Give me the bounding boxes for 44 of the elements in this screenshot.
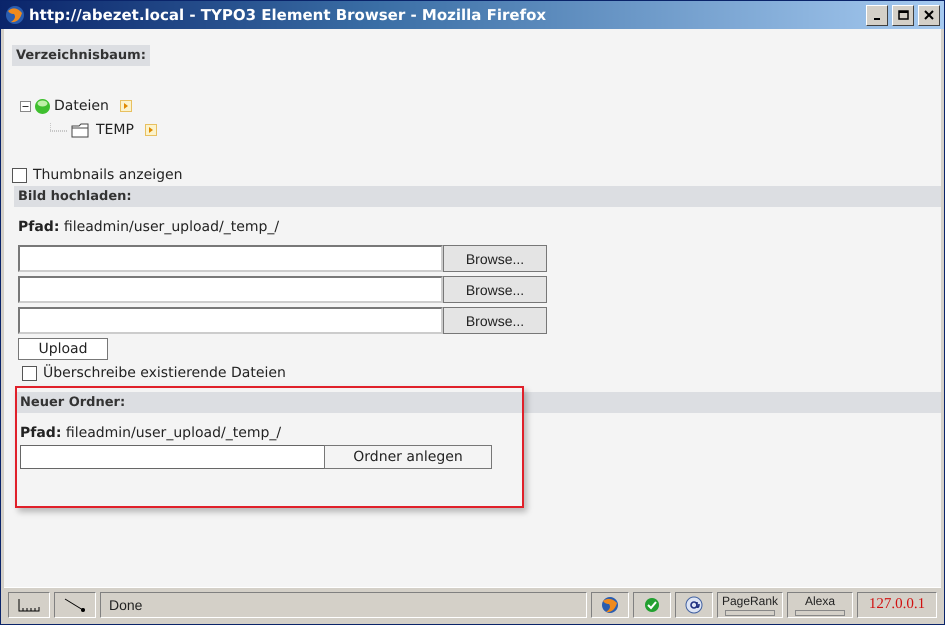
file-path-field[interactable] [18,276,443,303]
close-icon [923,9,935,21]
browse-button[interactable]: Browse... [443,276,547,303]
file-path-field[interactable] [18,307,443,334]
ruler-icon [18,598,40,612]
firefox-icon [601,596,619,614]
maximize-icon [897,9,909,21]
path-text: Pfad: fileadmin/user_upload/_temp_/ [18,219,280,235]
status-text: Done [100,592,587,618]
tree-item[interactable]: TEMP [96,122,134,138]
at-sign-icon [685,596,703,614]
section-heading: Verzeichnisbaum: [12,45,150,66]
ruler-button[interactable] [8,592,50,618]
create-folder-button[interactable]: Ordner anlegen [324,445,492,469]
pointer-icon [64,598,86,612]
window-title: http://abezet.local - TYPO3 Element Browser - Mozilla Firefox [29,6,548,24]
firefox-icon [5,5,25,25]
checkbox[interactable] [22,366,37,380]
minimize-icon [874,18,880,20]
browse-button[interactable]: Browse... [443,307,547,334]
close-button[interactable] [918,4,940,26]
checkbox-label: Thumbnails anzeigen [33,167,182,183]
minimize-button[interactable] [866,4,888,26]
maximize-button[interactable] [892,4,914,26]
ip-address: 127.0.0.1 [857,592,937,618]
checkbox-label: Überschreibe existierende Dateien [43,365,286,381]
checkbox[interactable] [12,168,27,182]
file-path-field[interactable] [18,245,443,272]
section-heading: Neuer Ordner: [20,395,126,410]
picker-button[interactable] [54,592,96,618]
at-sign-button[interactable] [675,592,713,618]
firefox-button[interactable] [591,592,629,618]
alexa-meter[interactable]: Alexa [787,592,853,618]
section-heading: Bild hochladen: [18,189,132,204]
path-text: Pfad: fileadmin/user_upload/_temp_/ [20,425,282,441]
check-button[interactable] [633,592,671,618]
pagerank-meter[interactable]: PageRank [717,592,783,618]
checkmark-icon [644,596,660,612]
folder-name-field[interactable] [20,445,324,469]
browse-button[interactable]: Browse... [443,245,547,272]
collapse-icon[interactable] [20,100,31,112]
globe-icon [34,98,51,114]
upload-button[interactable]: Upload [18,338,108,360]
tree-item[interactable]: Dateien [54,98,109,114]
